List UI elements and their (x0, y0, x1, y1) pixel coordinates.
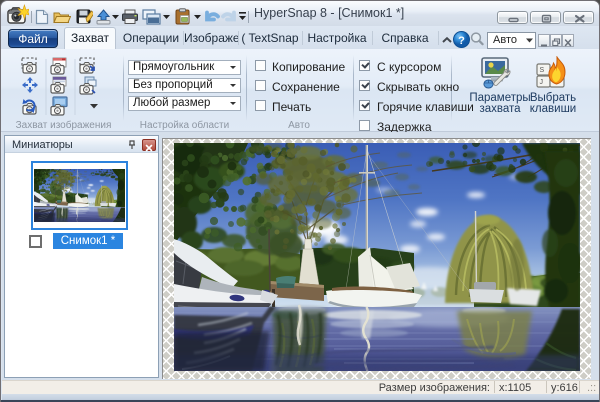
svg-text:?: ? (458, 35, 465, 47)
svg-text:S: S (540, 67, 545, 74)
svg-text:J: J (540, 79, 544, 86)
